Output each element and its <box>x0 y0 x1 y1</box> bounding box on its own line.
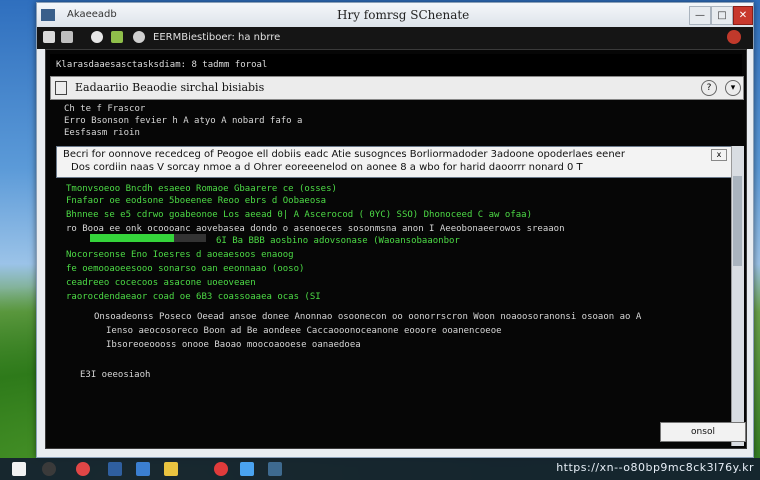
dialog-line-2: Dos cordiin naas V sorcay nmoe a d Ohrer… <box>71 162 583 173</box>
output-line: Nocorseonse Eno Ioesres d aoeaesoos enao… <box>66 250 294 260</box>
watermark-text: https://xn--o80bp9mc8ck3l76y.kr <box>556 461 754 474</box>
output-line: Onsoadeonss Poseco Oeead ansoe donee Ano… <box>94 312 642 322</box>
refresh-icon[interactable] <box>91 31 103 43</box>
media-icon[interactable] <box>214 462 228 476</box>
output-line: fe oemooaoeesooo sonarso oan eeonnaao (o… <box>66 264 305 274</box>
mail-icon[interactable] <box>108 462 122 476</box>
forward-icon[interactable] <box>61 31 73 43</box>
back-icon[interactable] <box>43 31 55 43</box>
progress-fill <box>90 234 174 242</box>
console-line: Eesfsasm rioin <box>64 128 140 138</box>
minimize-button[interactable]: — <box>689 6 711 25</box>
app-icon <box>41 9 55 21</box>
console-line: Erro Bsonson fevier h A atyo A nobard fa… <box>64 116 303 126</box>
output-line: ro Booa ee onk ocoooanc aovebasea dondo … <box>66 224 565 234</box>
titlebar-left-label: Akaeeadb <box>67 9 117 20</box>
main-window: Akaeeadb Hry fomrsg SChenate — □ ✕ EERMB… <box>36 2 754 458</box>
dialog-line-1: Becri for oonnove recedceg of Peogoe ell… <box>63 149 625 160</box>
message-dialog: Becri for oonnove recedceg of Peogoe ell… <box>56 146 734 178</box>
toolbar: EERMBiestiboer: ha nbrre <box>37 27 753 49</box>
progress-bar <box>90 234 206 242</box>
output-line: ceadreeo cocecoos asacone uoeoveaen <box>66 278 256 288</box>
console-button[interactable]: onsol <box>660 422 746 442</box>
start-icon[interactable] <box>12 462 26 476</box>
output-line: Ienso aeocosoreco Boon ad Be aondeee Cac… <box>106 326 502 336</box>
search-icon[interactable] <box>42 462 56 476</box>
output-line: raorocdendaeaor coad oe 6B3 coassoaaea o… <box>66 292 321 302</box>
dialog-close-button[interactable]: x <box>711 149 727 161</box>
home-icon[interactable] <box>111 31 123 43</box>
terminal-icon <box>55 81 67 95</box>
browser-icon[interactable] <box>76 462 90 476</box>
window-titlebar[interactable]: Akaeeadb Hry fomrsg SChenate — □ ✕ <box>37 3 753 28</box>
close-button[interactable]: ✕ <box>733 6 753 25</box>
output-line: Tmonvsoeoo Bncdh esaeeo Romaoe Gbaarere … <box>66 184 337 194</box>
output-line: 6I Ba BBB aosbino adovsonase (Waoansobaa… <box>216 236 460 246</box>
store-icon[interactable] <box>136 462 150 476</box>
maximize-button[interactable]: □ <box>711 6 733 25</box>
scrollbar-thumb[interactable] <box>733 176 742 266</box>
window-title: Hry fomrsg SChenate <box>337 8 470 22</box>
output-line: Fnafaor oe eodsone 5boeenee Reoo ebrs d … <box>66 196 327 206</box>
taskbar: https://xn--o80bp9mc8ck3l76y.kr <box>0 458 760 480</box>
app-icon[interactable] <box>240 462 254 476</box>
output-line: Ibsoreoeoooss onooe Baoao moocoaooese oa… <box>106 340 361 350</box>
console-title: Eadaariio Beaodie sirchal bisiabis <box>75 81 265 94</box>
pin-icon[interactable]: ▾ <box>725 80 741 96</box>
help-icon[interactable]: ? <box>701 80 717 96</box>
console-header: Eadaariio Beaodie sirchal bisiabis ? ▾ <box>50 76 744 100</box>
output-line: E3I oeeosiaoh <box>80 370 151 380</box>
vertical-scrollbar[interactable] <box>731 146 744 446</box>
console-panel: Klarasdaaesasctasksdiam: 8 tadmm foroal … <box>45 49 747 449</box>
settings-icon[interactable] <box>268 462 282 476</box>
folder-icon[interactable] <box>164 462 178 476</box>
output-line: Bhnnee se e5 cdrwo goabeonoe Los aeead 0… <box>66 210 532 220</box>
console-line: Ch te f Frascor <box>64 104 146 114</box>
console-status-strip: Klarasdaaesasctasksdiam: 8 tadmm foroal <box>50 54 742 76</box>
settings-icon[interactable] <box>133 31 145 43</box>
address-bar[interactable]: EERMBiestiboer: ha nbrre <box>153 32 280 43</box>
stop-icon[interactable] <box>727 30 741 44</box>
console-status-text: Klarasdaaesasctasksdiam: 8 tadmm foroal <box>56 60 268 70</box>
